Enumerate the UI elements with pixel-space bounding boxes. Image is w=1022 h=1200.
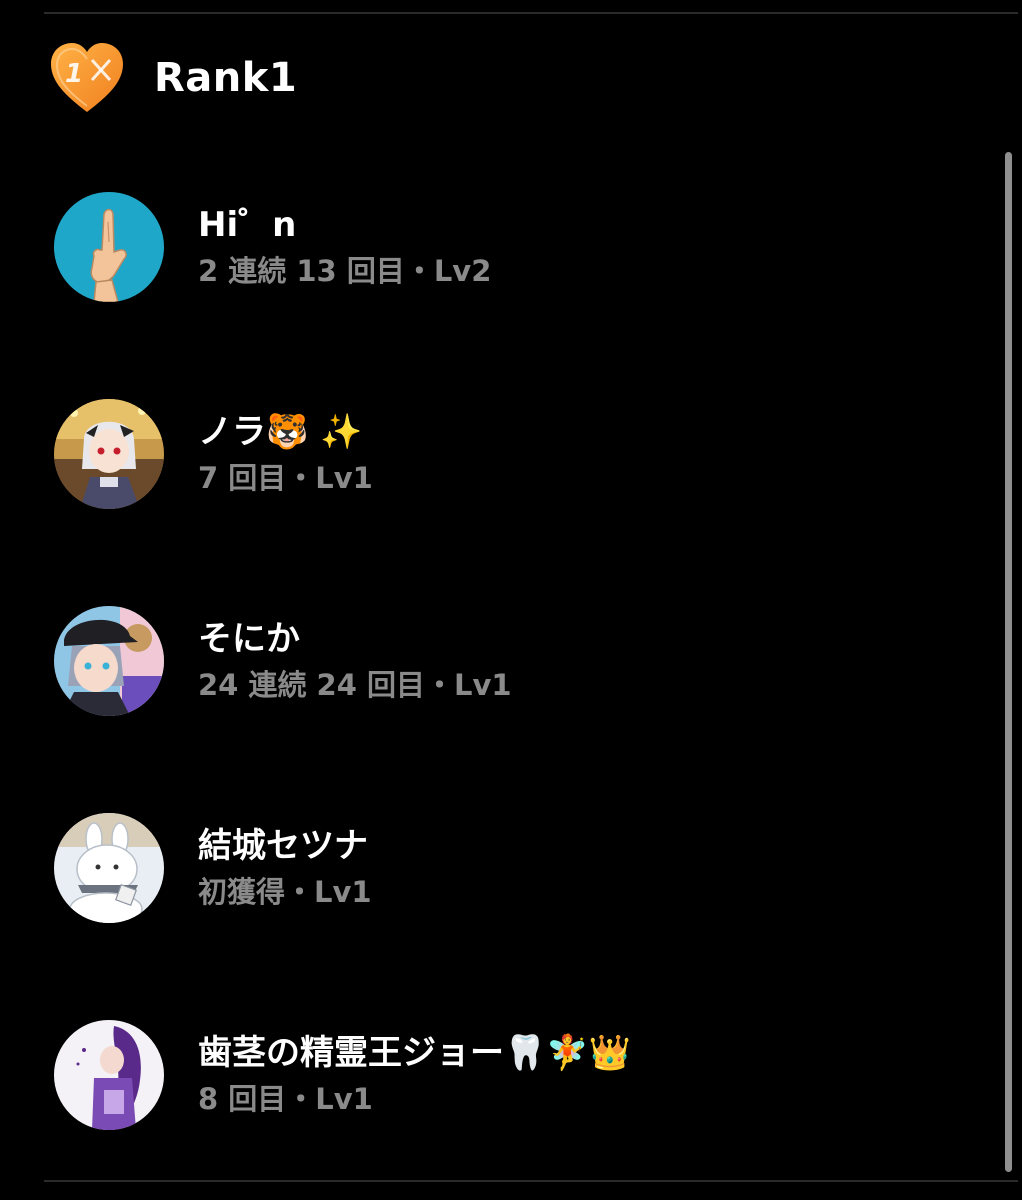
anime-boy-cap-icon — [54, 606, 164, 716]
user-rank-detail: 初獲得・Lv1 — [198, 875, 372, 909]
anime-girl-icon — [54, 399, 164, 509]
user-name: 歯茎の精霊王ジョー🦷🧚👑 — [198, 1033, 632, 1073]
user-name: 結城セツナ — [198, 826, 368, 866]
rank-badge-number: 1 — [65, 59, 83, 89]
scrollbar[interactable] — [1005, 152, 1012, 1172]
purple-character-icon — [54, 1020, 164, 1130]
list-item[interactable]: 歯茎の精霊王ジョー🦷🧚👑 8 回目・Lv1 — [54, 1020, 984, 1130]
user-name: ノラ🐯 ✨ — [198, 412, 363, 452]
white-bunny-icon — [54, 813, 164, 923]
avatar[interactable] — [54, 1020, 164, 1130]
avatar[interactable] — [54, 192, 164, 302]
avatar[interactable] — [54, 813, 164, 923]
user-rank-detail: 7 回目・Lv1 — [198, 461, 373, 495]
page-title: Rank1 — [154, 55, 298, 101]
list-item[interactable]: 結城セツナ 初獲得・Lv1 — [54, 813, 984, 923]
list-item[interactable]: Hi゜n 2 連続 13 回目・Lv2 — [54, 192, 984, 302]
rank-header: 1 Rank1 — [48, 40, 297, 116]
user-rank-detail: 8 回目・Lv1 — [198, 1082, 373, 1116]
rank-heart-icon: 1 — [51, 43, 123, 112]
list-item[interactable]: ノラ🐯 ✨ 7 回目・Lv1 — [54, 399, 984, 509]
avatar[interactable] — [54, 399, 164, 509]
user-rank-detail: 2 連続 13 回目・Lv2 — [198, 254, 492, 288]
user-name: Hi゜n — [198, 205, 297, 245]
top-divider — [44, 12, 1018, 14]
bottom-divider — [44, 1180, 1018, 1182]
pointing-finger-icon — [54, 192, 164, 302]
user-name: そにか — [198, 619, 300, 659]
list-item[interactable]: そにか 24 連続 24 回目・Lv1 — [54, 606, 984, 716]
avatar[interactable] — [54, 606, 164, 716]
user-rank-detail: 24 連続 24 回目・Lv1 — [198, 668, 512, 702]
